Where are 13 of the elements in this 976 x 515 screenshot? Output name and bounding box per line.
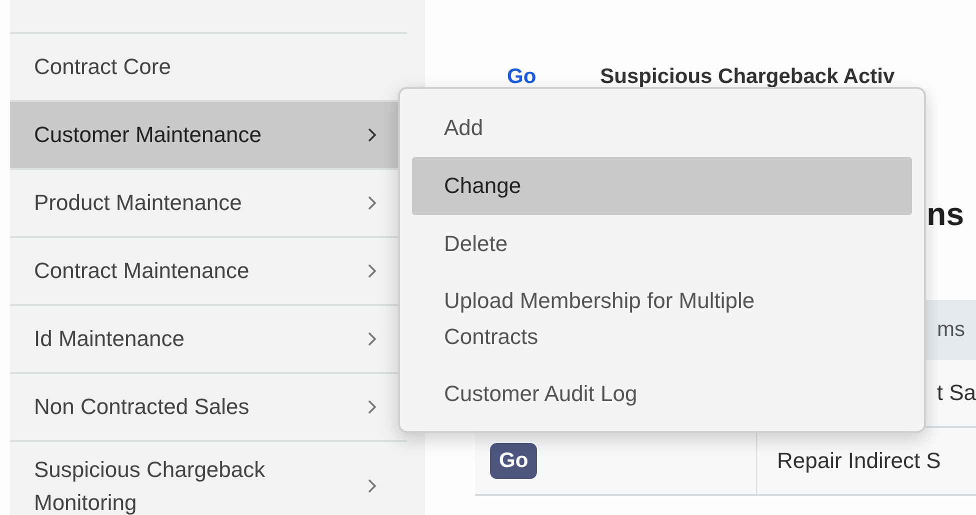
menu-item[interactable]: Customer Audit Log bbox=[412, 365, 912, 423]
menu-item[interactable]: Delete bbox=[412, 215, 912, 273]
table-cell: Repair Indirect S bbox=[777, 448, 941, 474]
column-header: ms bbox=[937, 318, 965, 342]
menu-item[interactable]: Upload Membership for Multiple Contracts bbox=[412, 273, 912, 365]
section-title: Suspicious Chargeback Activ bbox=[600, 65, 895, 89]
go-button[interactable]: Go bbox=[490, 443, 538, 479]
go-link[interactable]: Go bbox=[507, 65, 536, 89]
menu-item[interactable]: Change bbox=[412, 157, 912, 215]
menu-item[interactable]: Add bbox=[412, 99, 912, 157]
sidebar-item[interactable]: Suspicious Chargeback Monitoring bbox=[10, 442, 407, 515]
page-heading: ns bbox=[926, 196, 964, 233]
table-cell: t Sa bbox=[936, 380, 976, 406]
